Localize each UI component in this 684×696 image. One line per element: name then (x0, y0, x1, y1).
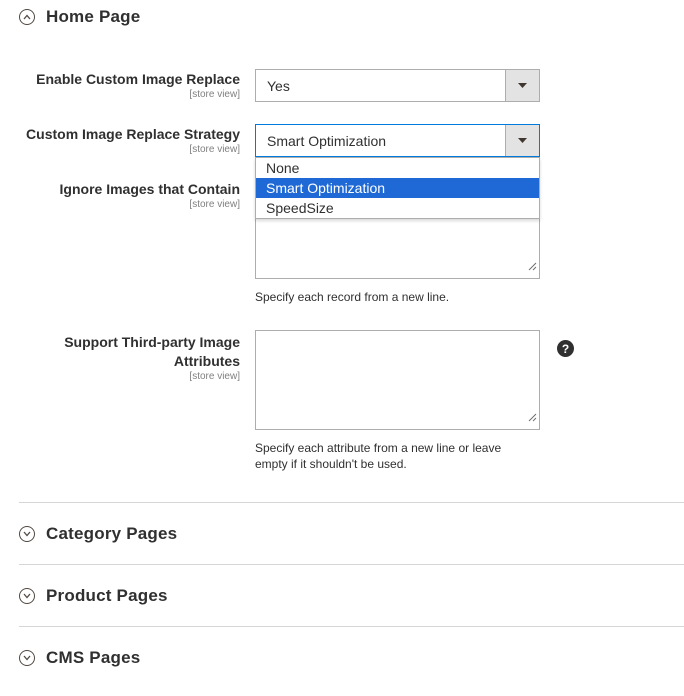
option-none[interactable]: None (256, 158, 539, 178)
collapse-circle-icon (19, 9, 35, 25)
section-home-title: Home Page (46, 7, 141, 26)
option-smart-optimization[interactable]: Smart Optimization (256, 178, 539, 198)
help-icon[interactable]: ? (557, 340, 574, 357)
expand-circle-icon (19, 526, 35, 542)
third-party-textarea[interactable] (255, 330, 540, 430)
replace-strategy-label: Custom Image Replace Strategy (26, 126, 240, 142)
section-product-title: Product Pages (46, 586, 168, 605)
third-party-note-line2: empty if it shouldn't be used. (255, 457, 407, 471)
resize-grip-icon[interactable] (528, 258, 537, 276)
section-category-toggle[interactable]: Category Pages (19, 519, 177, 549)
enable-replace-scope: [store view] (189, 89, 240, 100)
third-party-label-line2: Attributes (173, 353, 240, 369)
resize-grip-icon[interactable] (528, 409, 537, 427)
enable-replace-select[interactable]: Yes (255, 69, 540, 102)
replace-strategy-dropdown[interactable]: None Smart Optimization SpeedSize (255, 157, 540, 219)
replace-strategy-label-block: Custom Image Replace Strategy [store vie… (26, 125, 240, 156)
chevron-down-icon (505, 70, 539, 101)
option-speedsize[interactable]: SpeedSize (256, 198, 539, 218)
enable-replace-label: Enable Custom Image Replace (36, 71, 240, 87)
replace-strategy-scope: [store view] (189, 144, 240, 155)
ignore-images-note: Specify each record from a new line. (255, 290, 450, 304)
third-party-label-block: Support Third-party Image Attributes [st… (64, 333, 240, 383)
divider (19, 626, 684, 627)
expand-circle-icon (19, 588, 35, 604)
divider (19, 564, 684, 565)
section-product-toggle[interactable]: Product Pages (19, 581, 168, 611)
divider (19, 502, 684, 503)
enable-replace-value: Yes (267, 77, 290, 94)
third-party-note: Specify each attribute from a new line o… (255, 440, 501, 472)
replace-strategy-value: Smart Optimization (267, 132, 387, 149)
replace-strategy-select[interactable]: Smart Optimization (255, 124, 540, 157)
third-party-label-line1: Support Third-party Image (64, 334, 240, 350)
third-party-note-line1: Specify each attribute from a new line o… (255, 441, 502, 455)
third-party-scope: [store view] (189, 371, 240, 382)
section-cms-toggle[interactable]: CMS Pages (19, 643, 140, 673)
ignore-images-scope: [store view] (189, 199, 240, 210)
expand-circle-icon (19, 650, 35, 666)
chevron-down-icon (505, 125, 539, 156)
section-cms-title: CMS Pages (46, 648, 141, 667)
section-home-toggle[interactable]: Home Page (19, 2, 140, 32)
ignore-images-label: Ignore Images that Contain (59, 181, 240, 197)
enable-replace-label-block: Enable Custom Image Replace [store view] (36, 70, 240, 101)
section-category-title: Category Pages (46, 524, 178, 543)
ignore-images-label-block: Ignore Images that Contain [store view] (60, 180, 240, 211)
